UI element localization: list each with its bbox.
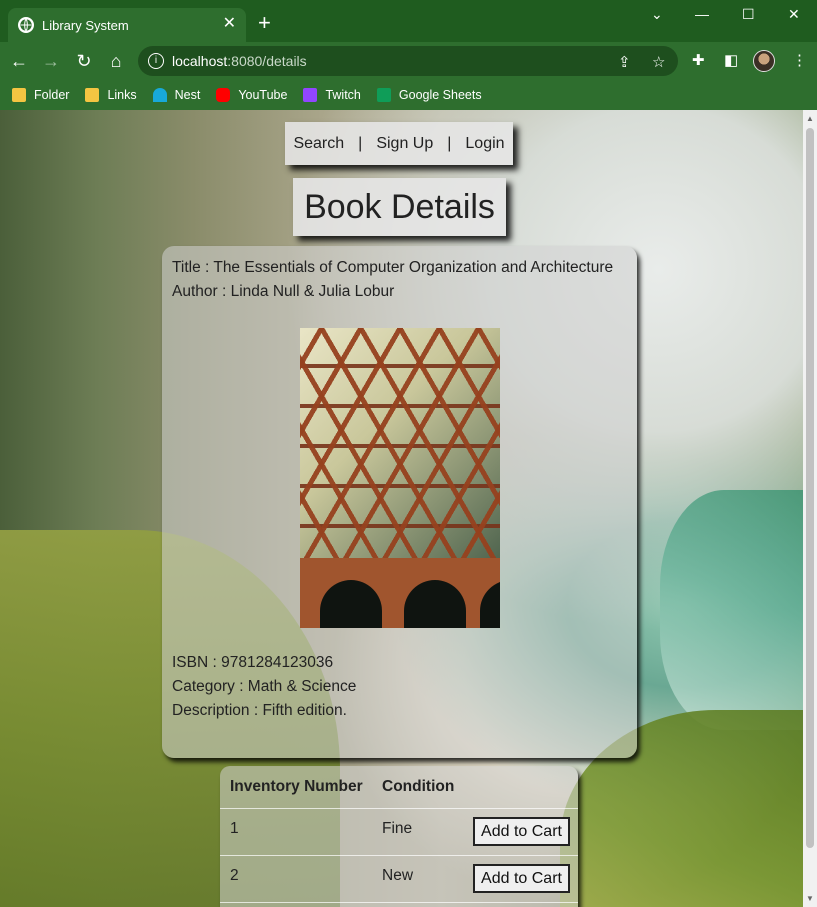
book-author: Author : Linda Null & Julia Lobur — [172, 283, 395, 300]
book-meta: ISBN : 9781284123036 Category : Math & S… — [172, 651, 356, 723]
row-divider — [220, 808, 578, 809]
profile-avatar[interactable] — [753, 50, 775, 72]
bookmark-nest[interactable]: Nest — [152, 88, 201, 102]
nav-login-link[interactable]: Login — [465, 135, 504, 153]
bookmark-youtube[interactable]: YouTube — [216, 88, 287, 102]
cover-lattice — [300, 328, 500, 568]
nav-signup-link[interactable]: Sign Up — [376, 135, 433, 153]
scroll-down-icon[interactable]: ▼ — [806, 894, 814, 903]
book-description: Description : Fifth edition. — [172, 702, 347, 719]
tab-close-icon[interactable]: ✕ — [223, 16, 236, 32]
column-header: Inventory Number — [230, 778, 363, 795]
back-icon[interactable]: ← — [8, 50, 30, 72]
nav-search-link[interactable]: Search — [293, 135, 344, 153]
inventory-condition: New — [382, 867, 414, 884]
add-to-cart-button[interactable]: Add to Cart — [473, 817, 570, 846]
site-info-icon[interactable]: i — [148, 53, 164, 69]
new-tab-button[interactable]: + — [258, 12, 271, 34]
side-panel-icon[interactable]: ◧ — [724, 51, 738, 69]
book-details-card: Title : The Essentials of Computer Organ… — [162, 246, 637, 758]
browser-toolbar: ← → ↻ ⌂ i localhost:8080/details ⇪ ☆ ✚ ◧… — [0, 42, 817, 80]
bookmark-label: Folder — [34, 88, 70, 102]
page-viewport: Search | Sign Up | Login Book Details Ti… — [0, 110, 803, 907]
add-to-cart-button[interactable]: Add to Cart — [473, 864, 570, 893]
extensions-icon[interactable]: ✚ — [692, 51, 705, 69]
background-sea — [660, 490, 803, 730]
bookmark-label: Google Sheets — [398, 88, 482, 102]
bookmark-star-icon[interactable]: ☆ — [652, 53, 665, 71]
book-category: Category : Math & Science — [172, 678, 357, 695]
nest-icon — [152, 88, 167, 102]
bookmark-label: Links — [107, 88, 137, 102]
bookmark-folder[interactable]: Folder — [12, 88, 69, 102]
close-window-button[interactable]: ✕ — [788, 6, 800, 23]
sheets-icon — [376, 88, 391, 102]
tab-search-icon[interactable]: ⌄ — [651, 6, 663, 23]
folder-icon — [12, 88, 26, 102]
youtube-icon — [216, 88, 231, 102]
bookmark-label: YouTube — [238, 88, 288, 102]
address-bar[interactable]: i localhost:8080/details ⇪ ☆ — [138, 46, 678, 76]
inventory-number: 2 — [230, 867, 239, 884]
book-title: Title : The Essentials of Computer Organ… — [172, 259, 614, 276]
bookmark-twitch[interactable]: Twitch — [303, 88, 361, 102]
scrollbar-thumb[interactable] — [806, 128, 814, 848]
globe-icon — [18, 17, 34, 33]
site-nav: Search | Sign Up | Login — [285, 122, 513, 165]
book-cover-image — [300, 328, 500, 628]
twitch-icon — [303, 88, 318, 102]
share-icon[interactable]: ⇪ — [618, 53, 631, 71]
tab-title: Library System — [42, 17, 129, 33]
maximize-button[interactable]: ☐ — [742, 6, 755, 23]
inventory-number: 1 — [230, 820, 239, 837]
url-path: :8080/details — [227, 53, 307, 69]
scroll-up-icon[interactable]: ▲ — [806, 114, 814, 123]
folder-icon — [85, 88, 100, 102]
row-divider — [220, 855, 578, 856]
book-isbn: ISBN : 9781284123036 — [172, 654, 334, 671]
bookmarks-bar: Folder Links Nest YouTube Twitch Google … — [0, 80, 817, 110]
forward-icon[interactable]: → — [40, 50, 62, 72]
page-title: Book Details — [293, 178, 506, 236]
nav-separator: | — [358, 134, 363, 152]
reload-icon[interactable]: ↻ — [73, 50, 95, 72]
home-icon[interactable]: ⌂ — [105, 50, 127, 72]
menu-icon[interactable]: ⋮ — [792, 51, 807, 69]
bookmark-label: Nest — [174, 88, 201, 102]
bookmark-google-sheets[interactable]: Google Sheets — [376, 88, 482, 102]
bookmark-label: Twitch — [325, 88, 361, 102]
bookmark-links[interactable]: Links — [85, 88, 137, 102]
column-header: Condition — [382, 778, 455, 795]
browser-tab[interactable]: Library System ✕ — [8, 8, 246, 42]
inventory-table: Inventory Number Condition 1 Fine Add to… — [220, 766, 578, 907]
url-host: localhost — [172, 53, 228, 69]
row-divider — [220, 902, 578, 903]
minimize-button[interactable]: — — [695, 6, 709, 22]
browser-titlebar: Library System ✕ + ⌄ — ☐ ✕ — [0, 0, 817, 42]
inventory-condition: Fine — [382, 820, 413, 837]
nav-separator: | — [447, 134, 452, 152]
